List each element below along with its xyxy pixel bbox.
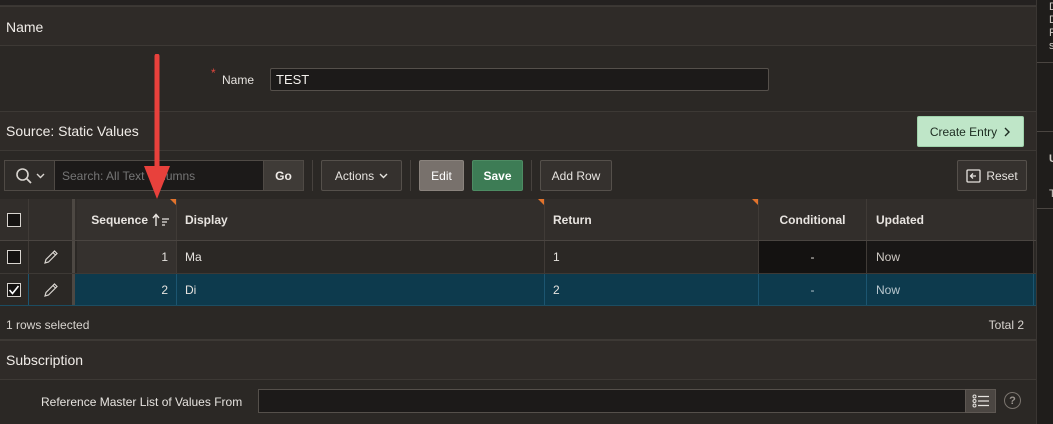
- search-icon: [15, 167, 32, 184]
- reference-master-label: Reference Master List of Values From: [41, 395, 243, 409]
- reset-label: Reset: [986, 168, 1018, 183]
- panel-divider: [1037, 208, 1053, 209]
- save-button[interactable]: Save: [472, 160, 523, 191]
- column-header-conditional[interactable]: Conditional: [759, 199, 867, 240]
- conditional-cell: -: [759, 274, 867, 305]
- grid-footer: 1 rows selected Total 2: [0, 307, 1036, 340]
- row-select-cell[interactable]: [0, 274, 29, 305]
- updated-cell: Now: [867, 274, 1034, 305]
- chevron-down-icon: [379, 173, 388, 178]
- reference-master-input[interactable]: [258, 389, 965, 413]
- toolbar-divider: [531, 160, 532, 191]
- display-cell[interactable]: Di: [177, 274, 545, 305]
- required-marker: *: [211, 66, 216, 80]
- annotation-arrow: [144, 54, 170, 199]
- list-picker-button[interactable]: [965, 389, 996, 413]
- row-select-cell[interactable]: [0, 241, 29, 273]
- table-row[interactable]: 2 Di 2 - Now: [0, 274, 1036, 306]
- reset-button[interactable]: Reset: [957, 160, 1027, 191]
- row-checkbox[interactable]: [7, 282, 21, 297]
- total-count: Total 2: [988, 318, 1024, 332]
- panel-text: T: [1049, 189, 1053, 200]
- chevron-right-icon: [1004, 127, 1011, 136]
- column-header-label: Display: [185, 212, 228, 227]
- subscription-region-header: Subscription: [0, 340, 1036, 380]
- toolbar-divider: [410, 160, 411, 191]
- selection-count: 1 rows selected: [6, 318, 90, 332]
- page-main: Name * Name Source: Static Values Create…: [0, 0, 1036, 424]
- sort-ascending-icon: [152, 212, 169, 226]
- help-icon[interactable]: ?: [1004, 392, 1021, 409]
- row-action-header: [29, 199, 75, 240]
- name-region-header: Name: [0, 6, 1036, 46]
- actions-button[interactable]: Actions: [321, 160, 402, 191]
- toolbar-divider: [312, 160, 313, 191]
- panel-text: s: [1049, 41, 1053, 52]
- conditional-cell: -: [759, 241, 867, 273]
- column-header-label: Updated: [876, 212, 924, 227]
- add-row-button[interactable]: Add Row: [540, 160, 612, 191]
- panel-text: U: [1049, 154, 1053, 165]
- interactive-grid: Sequence Display Return Conditional Upda…: [0, 199, 1036, 307]
- changed-indicator: [752, 199, 758, 205]
- column-header-updated[interactable]: Updated: [867, 199, 1034, 240]
- checkmark-icon: [8, 285, 20, 295]
- changed-indicator: [538, 199, 544, 205]
- right-side-panel: D D F s U T: [1036, 0, 1053, 424]
- name-field-label: Name: [222, 73, 255, 87]
- return-cell[interactable]: 2: [545, 274, 759, 305]
- reset-icon: [966, 168, 981, 183]
- chevron-down-icon: [36, 173, 44, 178]
- source-region-title: Source: Static Values: [6, 123, 139, 139]
- name-region-title: Name: [6, 19, 44, 35]
- select-all-checkbox[interactable]: [7, 212, 21, 227]
- row-edit-cell[interactable]: [29, 274, 75, 305]
- search-column-dropdown[interactable]: [5, 161, 55, 190]
- edit-button[interactable]: Edit: [419, 160, 464, 191]
- create-entry-button[interactable]: Create Entry: [917, 116, 1024, 147]
- panel-text: D: [1049, 15, 1053, 26]
- row-checkbox[interactable]: [7, 250, 21, 264]
- table-row[interactable]: 1 Ma 1 - Now: [0, 241, 1036, 274]
- row-edit-cell[interactable]: [29, 241, 75, 273]
- subscription-region-title: Subscription: [6, 352, 84, 368]
- create-entry-label: Create Entry: [929, 124, 998, 139]
- updated-cell: Now: [867, 241, 1034, 273]
- list-icon: [972, 394, 989, 408]
- pencil-icon[interactable]: [43, 249, 59, 265]
- panel-text: D: [1049, 2, 1053, 13]
- name-input[interactable]: [270, 68, 769, 91]
- panel-divider: [1037, 131, 1053, 132]
- column-header-return[interactable]: Return: [545, 199, 759, 240]
- select-all-cell[interactable]: [0, 199, 29, 240]
- actions-label: Actions: [334, 168, 375, 183]
- sequence-cell[interactable]: 1: [77, 241, 177, 273]
- panel-divider: [1037, 62, 1053, 63]
- panel-text: F: [1049, 28, 1053, 39]
- go-button[interactable]: Go: [263, 161, 303, 190]
- sequence-cell[interactable]: 2: [77, 274, 177, 305]
- grid-header-row: Sequence Display Return Conditional Upda…: [0, 199, 1036, 241]
- column-header-display[interactable]: Display: [177, 199, 545, 240]
- display-cell[interactable]: Ma: [177, 241, 545, 273]
- pencil-icon[interactable]: [43, 282, 59, 298]
- column-header-sequence[interactable]: Sequence: [77, 199, 177, 240]
- return-cell[interactable]: 1: [545, 241, 759, 273]
- column-header-label: Conditional: [779, 212, 846, 227]
- column-header-label: Return: [553, 212, 592, 227]
- column-header-label: Sequence: [91, 212, 148, 227]
